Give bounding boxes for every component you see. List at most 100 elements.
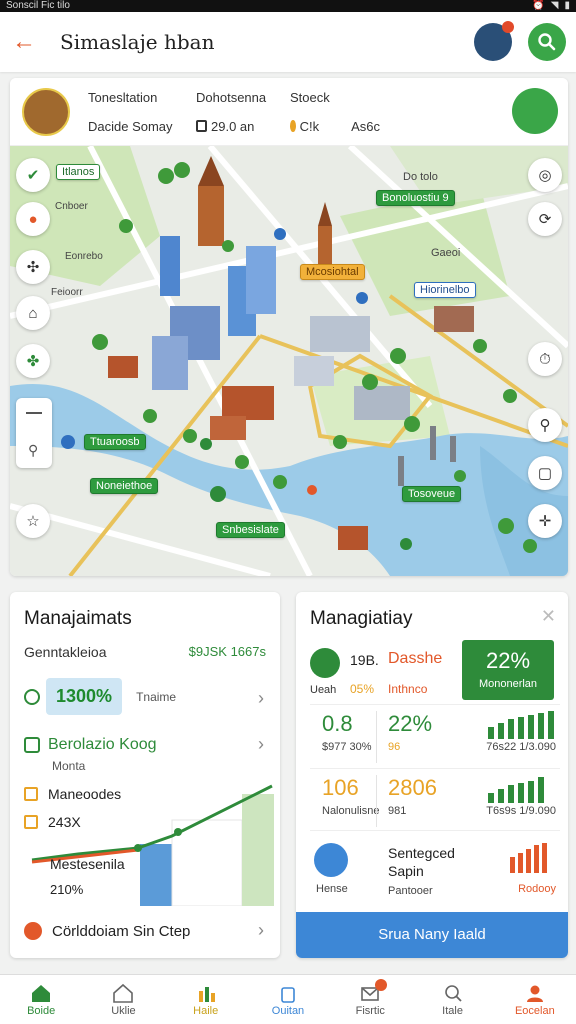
map-label[interactable]: Tosoveue	[402, 486, 462, 502]
summary-sub2: 05%	[350, 682, 375, 696]
edit-icon	[24, 737, 40, 753]
nav-label: Uklie	[111, 1004, 136, 1017]
map-locate-button[interactable]: ✛	[528, 504, 562, 538]
nav-item-home[interactable]: Boide	[0, 975, 82, 1024]
map-plant-button[interactable]: ✤	[16, 344, 50, 378]
nav-item-bag[interactable]: Ouitan	[247, 975, 329, 1024]
nav-item-house[interactable]: Uklie	[82, 975, 164, 1024]
map-label[interactable]: Hiorinelbo	[414, 282, 476, 298]
highlight-box[interactable]: 22% Mononerlan	[462, 640, 554, 700]
list-item[interactable]: Maneoodes	[24, 786, 121, 802]
map-label[interactable]: Feioorr	[46, 286, 88, 299]
avatar[interactable]	[474, 21, 514, 61]
metric-label: $977 30%	[322, 741, 372, 753]
map-refresh-button[interactable]: ⟳	[528, 202, 562, 236]
map-label[interactable]: Eonrebo	[60, 250, 108, 263]
map-location-button[interactable]: ●	[16, 202, 50, 236]
nav-item-mail[interactable]: Fisrtic	[329, 975, 411, 1024]
map-label[interactable]: Noneiethoe	[90, 478, 159, 494]
bar-sparkline	[510, 843, 547, 873]
nav-item-stats[interactable]: Haile	[165, 975, 247, 1024]
header-col2-top: Dohotsenna	[196, 89, 267, 105]
bookmark-icon	[24, 815, 38, 829]
check-badge-icon	[24, 922, 42, 940]
item-label: Maneoodes	[48, 786, 122, 802]
map-label[interactable]: Gaeoi	[426, 246, 465, 260]
primary-action-button[interactable]: Srua Nany Iaald	[296, 912, 568, 958]
list-item[interactable]: 243X	[24, 814, 81, 830]
metric-label: 76s22 1/3.090	[486, 741, 556, 753]
chat-icon[interactable]	[314, 843, 348, 877]
nav-item-search[interactable]: Itale	[411, 975, 493, 1024]
chevron-right-icon[interactable]: ›	[258, 688, 264, 709]
card-title: Managiatiay	[310, 608, 413, 629]
green-section-title[interactable]: Berolazio Koog	[24, 736, 157, 754]
item-label: 243X	[48, 814, 81, 830]
zoom-control[interactable]: ⚲	[16, 398, 52, 468]
header-col4-bottom-text: As6c	[351, 118, 380, 134]
user-badge-icon[interactable]	[512, 88, 558, 134]
map-timer-button[interactable]: ⏱	[528, 342, 562, 376]
refresh-icon: ⟳	[538, 211, 552, 228]
home-icon	[32, 984, 51, 1002]
header-col2-bottom: 29.0 an	[196, 119, 290, 134]
metric-value: 22%	[388, 711, 433, 736]
map-square-button[interactable]: ▢	[528, 456, 562, 490]
notification-badge	[375, 979, 388, 991]
highlight-label: Mononerlan	[478, 678, 538, 690]
map-layers-button[interactable]: ⌂	[16, 296, 50, 330]
bookmark-icon	[24, 787, 38, 801]
chevron-right-icon[interactable]: ›	[258, 920, 264, 941]
nav-label: Haile	[193, 1004, 219, 1017]
divider	[376, 711, 377, 763]
summary-code: 19B.	[350, 652, 379, 668]
close-icon[interactable]: ✕	[541, 606, 556, 627]
metric-label: Pantooer	[388, 885, 433, 897]
chevron-right-icon[interactable]: ›	[258, 734, 264, 755]
search-icon	[538, 33, 556, 51]
header-col1-bottom: Dacide Somay	[88, 118, 173, 134]
map-compass-button[interactable]: ◎	[528, 158, 562, 192]
map-label[interactable]: Cnboer	[50, 200, 93, 213]
header-col3-bottom-text: C!k	[299, 118, 320, 134]
map-illustration	[10, 146, 568, 576]
metric-row: 106 Nalonulisne 2806 981 T6s9s 1/9.090	[310, 768, 560, 832]
map-label[interactable]: Itlanos	[56, 164, 101, 180]
map-label[interactable]: Ttuaroosb	[84, 434, 146, 450]
leaf-icon	[310, 648, 340, 678]
nav-item-profile[interactable]: Eocelan	[494, 975, 576, 1024]
map-header: Tonesltation Dohotsenna Stoeck Dacide So…	[10, 78, 568, 146]
walk-icon[interactable]: ⚲	[28, 442, 38, 459]
profile-avatar[interactable]	[22, 87, 70, 136]
map-star-button[interactable]: ☆	[16, 504, 50, 538]
back-button[interactable]: ←	[0, 12, 48, 72]
share-icon: ✣	[26, 259, 40, 276]
map-check-button[interactable]: ✔	[16, 158, 50, 192]
map-label[interactable]: Bonoluostiu 9	[376, 190, 455, 206]
search-button[interactable]	[528, 23, 566, 61]
profile-icon	[526, 985, 543, 1002]
green-subtitle: Monta	[52, 759, 86, 773]
map-card: Tonesltation Dohotsenna Stoeck Dacide So…	[10, 78, 568, 576]
map-share-button[interactable]: ✣	[16, 250, 50, 284]
layers-icon: ⌂	[28, 304, 38, 322]
nav-label: Ouitan	[271, 1004, 305, 1017]
card-title: Manajaimats	[24, 608, 132, 629]
metric-label: Nalonulisne	[322, 805, 380, 817]
bag-icon	[281, 986, 295, 1003]
summary-title: Dasshe	[388, 650, 443, 667]
app-bar: ← Simaslaje hban	[0, 12, 576, 72]
map-label[interactable]: Snbesislate	[216, 522, 285, 538]
bottom-link[interactable]: Cörlddoiam Sin Ctep	[24, 922, 190, 940]
metric-value: 2806	[388, 775, 437, 800]
map-label[interactable]: Mcosiohtal	[300, 264, 365, 280]
city-map[interactable]: ✔ ● ✣ ⌂ ✤ ⚲ ☆ ◎ ⟳ ⏱ ⚲ ▢ ✛ Itlanos Do tol…	[10, 146, 568, 576]
summary-sub3: Inthnco	[388, 682, 428, 696]
zoom-out-icon[interactable]	[26, 412, 42, 414]
map-marker-button[interactable]: ⚲	[528, 408, 562, 442]
map-label[interactable]: Do tolo	[398, 170, 443, 184]
notification-badge	[502, 21, 514, 33]
timer-icon: ⏱	[539, 350, 551, 368]
metric-row: 0.8 $977 30% 22% 96 76s22 1/3.090	[310, 704, 560, 768]
stat-row[interactable]: 1300% Tnaime	[24, 678, 176, 715]
